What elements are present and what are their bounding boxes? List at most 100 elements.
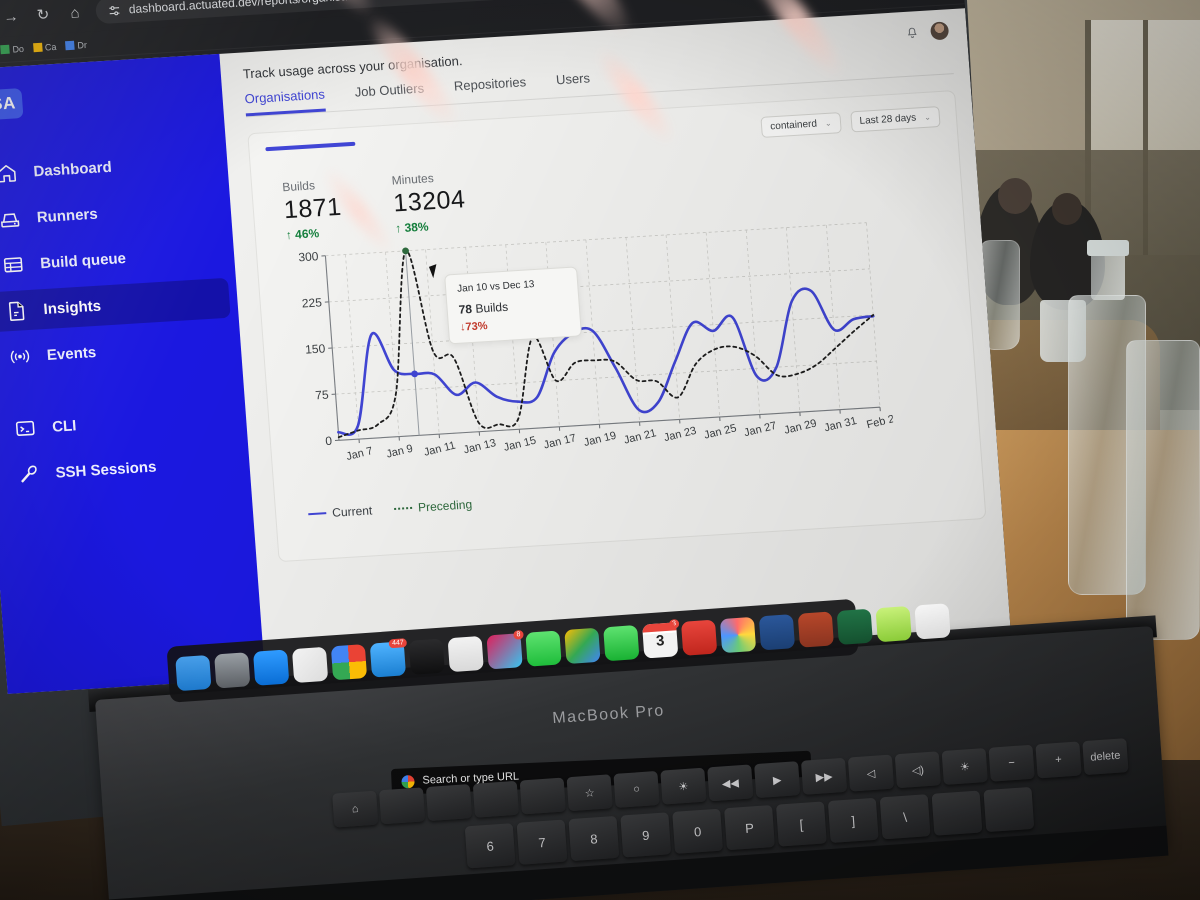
tab-organisations[interactable]: Organisations xyxy=(244,86,327,117)
system-settings-icon[interactable] xyxy=(214,652,251,689)
mail-icon[interactable]: 447 xyxy=(369,638,408,678)
chrome-icon[interactable] xyxy=(330,644,368,681)
reload-button[interactable]: ↻ xyxy=(31,3,55,26)
stat-minutes: Minutes 13204 ↑ 38% xyxy=(391,169,467,235)
sidebar-item-runners[interactable]: Runners xyxy=(0,186,224,241)
svg-text:Jan 17: Jan 17 xyxy=(542,432,577,451)
slack-icon[interactable]: 8 xyxy=(486,629,524,670)
photos-icon[interactable] xyxy=(719,616,757,654)
keyboard-key[interactable]: ◀◀ xyxy=(707,764,754,802)
sidebar-item-build-queue[interactable]: Build queue xyxy=(0,232,227,287)
svg-text:Jan 9: Jan 9 xyxy=(385,443,414,461)
bookmark-item[interactable]: Ca xyxy=(32,41,57,53)
svg-text:Jan 15: Jan 15 xyxy=(502,435,537,454)
calendar-icon[interactable]: 33 xyxy=(642,619,680,659)
keyboard-key[interactable]: ⌂ xyxy=(332,790,379,828)
keyboard-key[interactable]: ☀ xyxy=(660,767,707,805)
svg-text:300: 300 xyxy=(298,249,319,264)
terminal-icon[interactable] xyxy=(408,638,445,675)
keyboard-key[interactable]: delete xyxy=(1082,738,1129,776)
laptop-deck: 447 8 3 3 MacBook Pro Search or type URL ⌂ ☆… xyxy=(95,598,1169,900)
keyboard-key[interactable]: ▶ xyxy=(754,761,801,799)
legend-preceding[interactable]: Preceding xyxy=(394,497,473,516)
keyboard-key[interactable]: 6 xyxy=(464,823,516,869)
keyboard-key[interactable]: [ xyxy=(775,801,827,847)
keyboard-key[interactable]: ○ xyxy=(613,770,660,808)
server-icon xyxy=(1,213,20,228)
keyboard-key[interactable] xyxy=(519,777,566,815)
keyboard-key[interactable] xyxy=(931,790,983,836)
notes-icon[interactable] xyxy=(875,605,912,643)
tooltip-value: 78 Builds xyxy=(458,296,568,317)
keyboard-key[interactable]: ◁ xyxy=(847,754,895,792)
sidebar-item-label: Build queue xyxy=(39,249,127,272)
keyboard-key[interactable]: + xyxy=(1035,741,1082,779)
launchpad-icon[interactable] xyxy=(291,646,329,684)
keyboard-key[interactable]: 0 xyxy=(672,808,724,854)
stat-builds: Builds 1871 ↑ 46% xyxy=(282,177,344,242)
word-icon[interactable] xyxy=(758,614,796,651)
home-button[interactable]: ⌂ xyxy=(63,1,87,24)
sidebar-item-insights[interactable]: Insights xyxy=(0,277,231,333)
svg-text:225: 225 xyxy=(301,295,322,310)
sidebar-item-ssh-sessions[interactable]: SSH Sessions xyxy=(0,441,243,496)
bookmark-item[interactable]: Do xyxy=(0,43,24,55)
keyboard-key[interactable]: 7 xyxy=(516,819,568,865)
document-icon xyxy=(8,301,25,321)
insights-card: containerd ⌄ Last 28 days ⌄ Builds 1871 … xyxy=(247,90,987,563)
keyboard-key[interactable] xyxy=(472,780,520,818)
site-settings-icon[interactable] xyxy=(107,3,121,17)
forward-button[interactable]: → xyxy=(0,5,23,28)
facetime-icon[interactable] xyxy=(603,625,640,662)
finder-icon[interactable] xyxy=(175,654,212,692)
notion-icon[interactable] xyxy=(914,603,951,640)
app-store-icon[interactable] xyxy=(253,649,290,686)
svg-text:Jan 21: Jan 21 xyxy=(623,427,658,446)
filter-group: containerd ⌄ Last 28 days ⌄ xyxy=(760,106,941,138)
messages-icon[interactable] xyxy=(525,630,562,667)
svg-text:Jan 25: Jan 25 xyxy=(703,422,738,441)
runtime-select[interactable]: containerd ⌄ xyxy=(760,112,842,138)
legend-current[interactable]: Current xyxy=(308,503,373,521)
tooltip-title: Jan 10 vs Dec 13 xyxy=(456,279,535,295)
keyboard-key[interactable]: 9 xyxy=(620,812,672,858)
tab-repositories[interactable]: Repositories xyxy=(453,74,527,103)
keyboard-key[interactable]: − xyxy=(988,744,1035,782)
sidebar-item-events[interactable]: Events xyxy=(0,324,234,379)
keyboard-key[interactable] xyxy=(425,784,473,822)
keyboard-key[interactable]: ☀ xyxy=(941,747,988,785)
usage-chart[interactable]: 0 75 150 225 300 Jan 7 Jan 9 Jan 11 Jan 13 Jan 15… xyxy=(279,208,965,498)
legend-label: Current xyxy=(331,503,373,520)
avatar[interactable] xyxy=(929,21,950,41)
keyboard-key[interactable]: ◁) xyxy=(894,751,942,789)
date-range-select[interactable]: Last 28 days ⌄ xyxy=(849,106,941,133)
sidebar-item-label: SSH Sessions xyxy=(54,458,157,482)
date-range-select-value: Last 28 days xyxy=(859,112,917,127)
excel-icon[interactable] xyxy=(836,608,873,645)
tab-users[interactable]: Users xyxy=(555,70,591,97)
chevron-down-icon: ⌄ xyxy=(824,118,832,129)
bookmark-item[interactable]: Dr xyxy=(65,39,87,51)
vscode-icon[interactable] xyxy=(447,635,484,673)
keyboard-key[interactable]: \ xyxy=(879,794,931,840)
svg-text:0: 0 xyxy=(325,434,333,448)
url-text: dashboard.actuated.dev/reports/organisat… xyxy=(128,0,374,17)
keyboard-key[interactable] xyxy=(983,786,1035,833)
spotify-icon[interactable] xyxy=(680,619,718,656)
tab-job-outliers[interactable]: Job Outliers xyxy=(354,80,425,109)
drive-icon[interactable] xyxy=(564,627,601,665)
chrome-window: Cr Pr In Er Sensor Pe Sc Re Re Ki FC FC … xyxy=(0,0,1011,694)
powerpoint-icon[interactable] xyxy=(797,611,834,648)
keyboard-key[interactable]: ] xyxy=(827,797,879,844)
keyboard-key[interactable]: ▶▶ xyxy=(800,757,848,795)
keyboard-key[interactable] xyxy=(378,787,426,825)
keyboard-key[interactable]: ☆ xyxy=(566,774,613,812)
keyboard-key[interactable]: 8 xyxy=(568,815,620,862)
runtime-select-value: containerd xyxy=(769,118,818,133)
keyboard-key[interactable]: P xyxy=(724,805,775,851)
sidebar-item-dashboard[interactable]: Dashboard xyxy=(0,140,221,195)
main-content: Track usage across your organisation. Or… xyxy=(219,8,1011,678)
bell-icon[interactable] xyxy=(905,26,919,40)
app-logo[interactable]: SA xyxy=(0,88,24,121)
card-accent-bar xyxy=(265,141,356,152)
